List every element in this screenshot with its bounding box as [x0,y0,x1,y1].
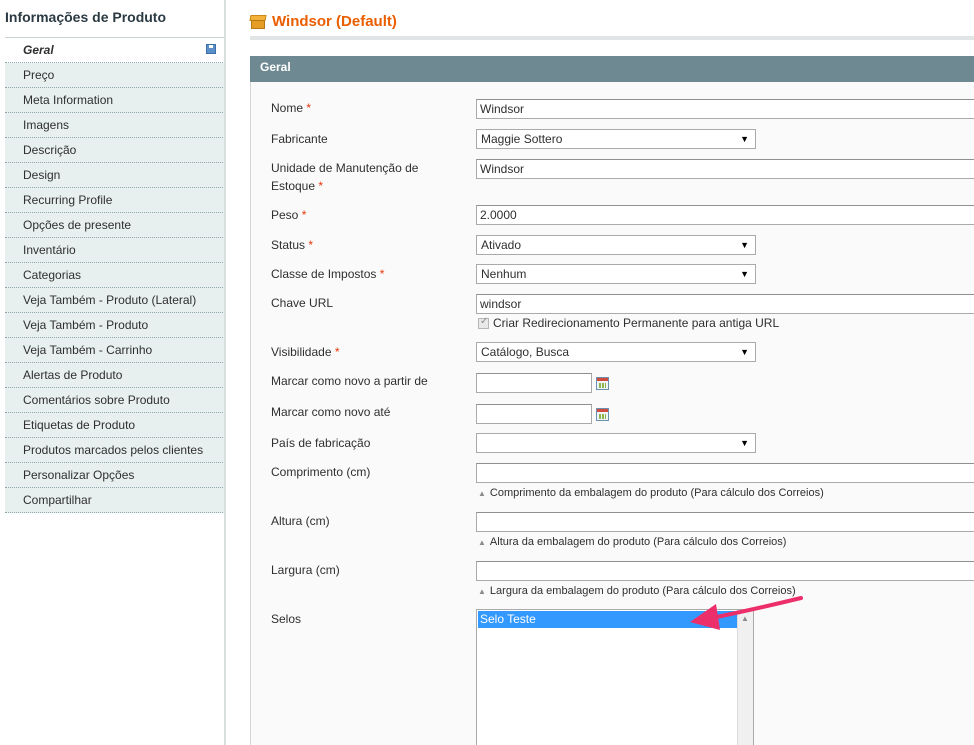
sidebar-tab-list: Geral Preço Meta Information Imagens Des… [5,38,225,513]
sku-input[interactable]: Windsor [476,159,974,179]
comprimento-note: ▲ Comprimento da embalagem do produto (Pa… [478,487,824,499]
pais-label: País de fabricação [271,436,371,450]
comprimento-label: Comprimento (cm) [271,465,371,479]
classe-impostos-label: Classe de Impostos * [271,267,385,281]
altura-label: Altura (cm) [271,514,330,528]
chave-url-input[interactable]: windsor [476,294,974,314]
page-header: Windsor (Default) [249,13,397,30]
fabricante-label: Fabricante [271,132,328,146]
visibilidade-value: Catálogo, Busca [481,345,570,359]
sidebar-item-comentarios[interactable]: Comentários sobre Produto [5,388,225,413]
sidebar-item-produtos-marcados[interactable]: Produtos marcados pelos clientes [5,438,225,463]
altura-note: ▲ Altura da embalagem do produto (Para cá… [478,536,787,548]
sidebar-item-related-lateral[interactable]: Veja Também - Produto (Lateral) [5,288,225,313]
novo-de-label: Marcar como novo a partir de [271,374,428,388]
note-triangle-icon: ▲ [478,587,486,596]
largura-label: Largura (cm) [271,563,340,577]
sidebar-item-related-produto[interactable]: Veja Também - Produto [5,313,225,338]
sidebar-item-etiquetas[interactable]: Etiquetas de Produto [5,413,225,438]
sidebar-item-imagens[interactable]: Imagens [5,113,225,138]
novo-ate-label: Marcar como novo até [271,405,391,419]
sidebar-title: Informações de Produto [5,9,167,25]
chevron-down-icon: ▼ [740,347,749,357]
sidebar-item-compartilhar[interactable]: Compartilhar [5,488,225,513]
selos-label: Selos [271,612,302,626]
nome-input[interactable]: Windsor [476,99,974,119]
fabricante-select[interactable]: Maggie Sottero ▼ [476,129,756,149]
redirect-checkbox[interactable] [478,316,489,329]
sidebar-item-opcoes-de-presente[interactable]: Opções de presente [5,213,225,238]
chevron-down-icon: ▼ [740,240,749,250]
status-value: Ativado [481,238,522,252]
sidebar-item-descricao[interactable]: Descrição [5,138,225,163]
sidebar-item-geral[interactable]: Geral [5,38,225,63]
sidebar-item-related-carrinho[interactable]: Veja Também - Carrinho [5,338,225,363]
sidebar-item-recurring-profile[interactable]: Recurring Profile [5,188,225,213]
peso-label: Peso * [271,208,307,222]
sidebar-item-meta-information[interactable]: Meta Information [5,88,225,113]
product-box-icon [249,14,267,29]
section-header: Geral [250,56,974,82]
sidebar-item-label: Geral [23,43,54,57]
redirect-checkbox-row: Criar Redirecionamento Permanente para a… [478,316,779,330]
visibilidade-select[interactable]: Catálogo, Busca ▼ [476,342,756,362]
novo-ate-input[interactable] [476,404,592,424]
header-divider [250,36,974,40]
scroll-up-icon[interactable]: ▲ [741,614,749,623]
page-title: Windsor (Default) [272,13,397,30]
comprimento-input[interactable] [476,463,974,483]
sidebar-item-personalizar-opcoes[interactable]: Personalizar Opções [5,463,225,488]
note-triangle-icon: ▲ [478,538,486,547]
calendar-icon[interactable] [596,377,609,390]
classe-impostos-value: Nenhum [481,267,527,281]
chevron-down-icon: ▼ [740,438,749,448]
pais-select[interactable]: ▼ [476,433,756,453]
chevron-down-icon: ▼ [740,269,749,279]
status-select[interactable]: Ativado ▼ [476,235,756,255]
visibilidade-label: Visibilidade * [271,345,340,359]
sidebar-item-design[interactable]: Design [5,163,225,188]
selos-scrollbar[interactable]: ▲ [737,610,753,745]
nome-label: Nome * [271,101,312,115]
chave-url-label: Chave URL [271,296,334,310]
peso-input[interactable]: 2.0000 [476,205,974,225]
chevron-down-icon: ▼ [740,134,749,144]
largura-note: ▲ Largura da embalagem do produto (Para c… [478,585,796,597]
selos-multiselect[interactable]: Selo Teste ▲ [476,609,754,745]
product-info-sidebar: Informações de Produto Geral Preço Meta … [0,0,226,745]
note-triangle-icon: ▲ [478,489,486,498]
save-icon [206,44,216,54]
selos-option[interactable]: Selo Teste [478,611,738,628]
classe-impostos-select[interactable]: Nenhum ▼ [476,264,756,284]
altura-input[interactable] [476,512,974,532]
calendar-icon[interactable] [596,408,609,421]
sidebar-item-alertas[interactable]: Alertas de Produto [5,363,225,388]
fabricante-value: Maggie Sottero [481,132,563,146]
novo-de-input[interactable] [476,373,592,393]
sidebar-item-preco[interactable]: Preço [5,63,225,88]
status-label: Status * [271,238,314,252]
largura-input[interactable] [476,561,974,581]
sidebar-item-categorias[interactable]: Categorias [5,263,225,288]
redirect-checkbox-label: Criar Redirecionamento Permanente para a… [493,316,780,330]
sidebar-item-inventario[interactable]: Inventário [5,238,225,263]
sidebar-border [224,0,226,745]
sku-label: Unidade de Manutenção de Estoque * [271,161,419,193]
